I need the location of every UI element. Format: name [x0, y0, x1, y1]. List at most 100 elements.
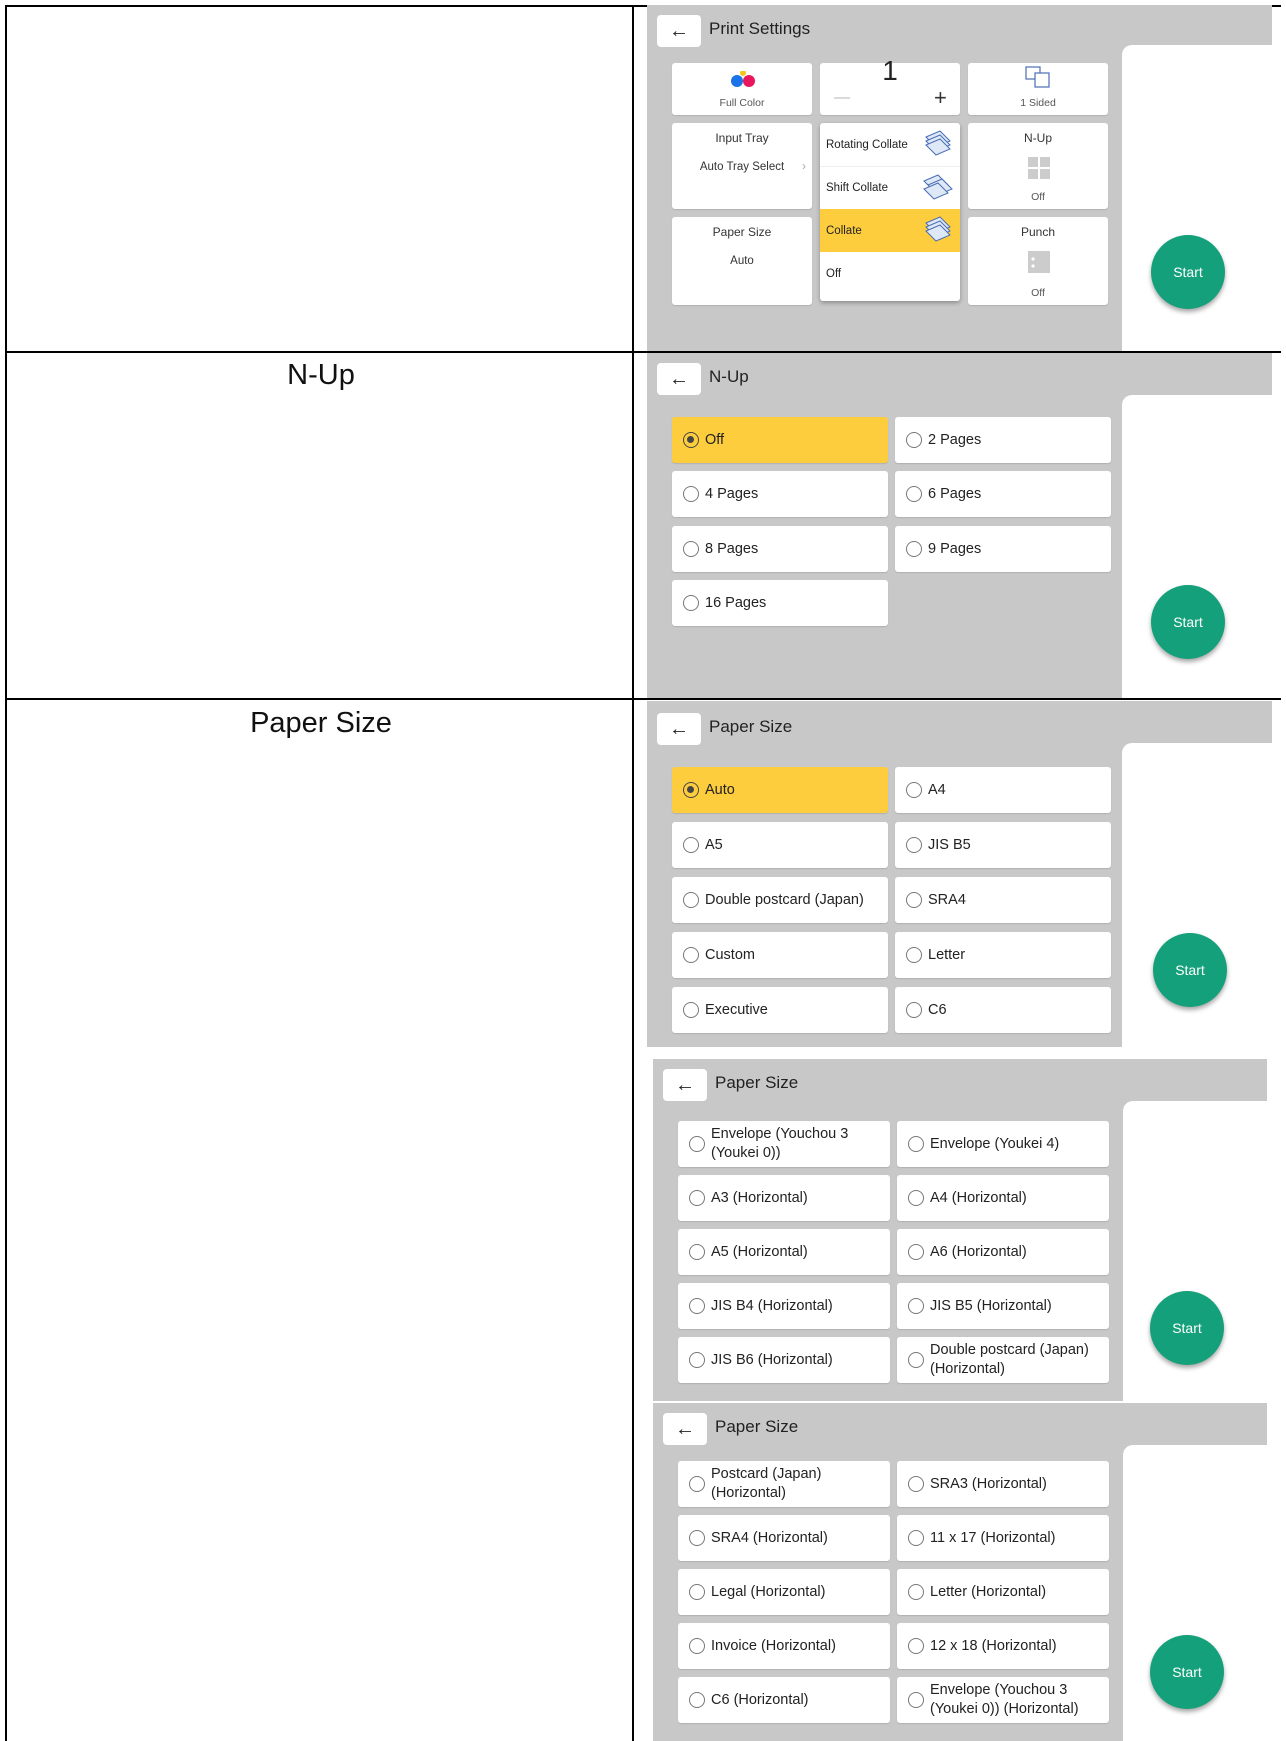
- option-label: 6 Pages: [928, 486, 982, 502]
- color-mode-label: Full Color: [719, 97, 765, 109]
- radio-icon: [683, 837, 699, 853]
- option-sra4[interactable]: SRA4: [895, 877, 1111, 923]
- option-double-postcard-horizontal[interactable]: Double postcard (Japan) (Horizontal): [897, 1337, 1109, 1383]
- punch-icon: [1028, 251, 1050, 273]
- table-divider: [5, 698, 1281, 700]
- radio-icon: [908, 1190, 924, 1206]
- nup-title: N-Up: [1023, 131, 1052, 145]
- option-4-pages[interactable]: 4 Pages: [672, 471, 888, 517]
- option-16-pages[interactable]: 16 Pages: [672, 580, 888, 626]
- option-a3-horizontal[interactable]: A3 (Horizontal): [678, 1175, 890, 1221]
- option-auto[interactable]: Auto: [672, 767, 888, 813]
- collate-option-collate[interactable]: Collate: [820, 209, 960, 252]
- option-custom[interactable]: Custom: [672, 932, 888, 978]
- back-button[interactable]: ←: [663, 1069, 707, 1101]
- option-label: Letter: [928, 947, 966, 963]
- option-label: 8 Pages: [705, 541, 759, 557]
- back-arrow-icon: ←: [669, 19, 689, 42]
- radio-icon: [683, 892, 699, 908]
- option-off[interactable]: Off: [672, 417, 888, 463]
- option-label: Off: [705, 432, 725, 448]
- back-button[interactable]: ←: [657, 363, 701, 395]
- start-button[interactable]: Start: [1150, 1635, 1224, 1709]
- option-label: Letter (Horizontal): [930, 1584, 1047, 1600]
- sided-tile[interactable]: 1 Sided: [968, 63, 1108, 115]
- plus-icon[interactable]: +: [934, 85, 947, 111]
- start-button[interactable]: Start: [1151, 585, 1225, 659]
- option-a5[interactable]: A5: [672, 822, 888, 868]
- option-letter[interactable]: Letter: [895, 932, 1111, 978]
- option-12x18-horizontal[interactable]: 12 x 18 (Horizontal): [897, 1623, 1109, 1669]
- start-button[interactable]: Start: [1150, 1291, 1224, 1365]
- punch-tile[interactable]: Punch Off: [968, 217, 1108, 305]
- collate-option-label: Rotating Collate: [826, 138, 908, 151]
- paper-size-row-label: Paper Size: [250, 707, 392, 739]
- option-c6-horizontal[interactable]: C6 (Horizontal): [678, 1677, 890, 1723]
- option-invoice-horizontal[interactable]: Invoice (Horizontal): [678, 1623, 890, 1669]
- page-title: Print Settings: [709, 19, 811, 38]
- option-c6[interactable]: C6: [895, 987, 1111, 1033]
- radio-icon: [906, 947, 922, 963]
- back-button[interactable]: ←: [657, 15, 701, 47]
- paper-size-tile[interactable]: Paper Size Auto: [672, 217, 812, 305]
- option-6-pages[interactable]: 6 Pages: [895, 471, 1111, 517]
- option-label: C6 (Horizontal): [711, 1692, 809, 1708]
- option-legal-horizontal[interactable]: Legal (Horizontal): [678, 1569, 890, 1615]
- option-11x17-horizontal[interactable]: 11 x 17 (Horizontal): [897, 1515, 1109, 1561]
- option-sra4-horizontal[interactable]: SRA4 (Horizontal): [678, 1515, 890, 1561]
- option-8-pages[interactable]: 8 Pages: [672, 526, 888, 572]
- radio-icon: [689, 1584, 705, 1600]
- option-a5-horizontal[interactable]: A5 (Horizontal): [678, 1229, 890, 1275]
- collate-option-rotating[interactable]: Rotating Collate: [820, 123, 960, 166]
- option-label: 2 Pages: [928, 432, 982, 448]
- nup-tile[interactable]: N-Up Off: [968, 123, 1108, 209]
- option-label: 11 x 17 (Horizontal): [930, 1530, 1056, 1546]
- option-postcard-horizontal[interactable]: Postcard (Japan) (Horizontal): [678, 1461, 890, 1507]
- input-tray-tile[interactable]: Input Tray Auto Tray Select ›: [672, 123, 812, 209]
- collate-dropdown: Rotating Collate Shift Collate Collate O…: [820, 123, 960, 301]
- option-a4-horizontal[interactable]: A4 (Horizontal): [897, 1175, 1109, 1221]
- option-envelope-youchou3[interactable]: Envelope (Youchou 3 (Youkei 0)): [678, 1121, 890, 1167]
- radio-icon: [683, 947, 699, 963]
- option-executive[interactable]: Executive: [672, 987, 888, 1033]
- minus-icon[interactable]: —: [834, 89, 850, 107]
- option-jis-b5[interactable]: JIS B5: [895, 822, 1111, 868]
- back-arrow-icon: ←: [675, 1417, 695, 1440]
- radio-icon: [689, 1638, 705, 1654]
- radio-icon: [683, 432, 699, 448]
- table-border-left: [5, 5, 7, 1741]
- back-button[interactable]: ←: [663, 1413, 707, 1445]
- start-button[interactable]: Start: [1151, 235, 1225, 309]
- option-envelope-youkei4[interactable]: Envelope (Youkei 4): [897, 1121, 1109, 1167]
- option-sra3-horizontal[interactable]: SRA3 (Horizontal): [897, 1461, 1109, 1507]
- color-mode-tile[interactable]: Full Color: [672, 63, 812, 115]
- option-double-postcard[interactable]: Double postcard (Japan): [672, 877, 888, 923]
- collate-option-label: Off: [826, 267, 842, 280]
- radio-icon: [683, 1002, 699, 1018]
- option-jis-b6-horizontal[interactable]: JIS B6 (Horizontal): [678, 1337, 890, 1383]
- back-button[interactable]: ←: [657, 713, 701, 745]
- option-a4[interactable]: A4: [895, 767, 1111, 813]
- option-label: Double postcard (Japan): [705, 892, 864, 908]
- radio-icon: [908, 1244, 924, 1260]
- paper-size-value: Auto: [730, 255, 754, 267]
- option-envelope-youchou3-horizontal[interactable]: Envelope (Youchou 3 (Youkei 0)) (Horizon…: [897, 1677, 1109, 1723]
- collate-option-off[interactable]: Off: [820, 252, 960, 295]
- option-jis-b5-horizontal[interactable]: JIS B5 (Horizontal): [897, 1283, 1109, 1329]
- option-label: A6 (Horizontal): [930, 1244, 1027, 1260]
- input-tray-title: Input Tray: [715, 131, 769, 145]
- radio-icon: [906, 432, 922, 448]
- paper-size-panel-3: ← Paper Size Start Postcard (Japan) (Hor…: [653, 1403, 1267, 1741]
- option-9-pages[interactable]: 9 Pages: [895, 526, 1111, 572]
- start-button[interactable]: Start: [1153, 933, 1227, 1007]
- option-label: SRA4: [928, 892, 966, 908]
- nup-row-label: N-Up: [287, 359, 355, 391]
- option-jis-b4-horizontal[interactable]: JIS B4 (Horizontal): [678, 1283, 890, 1329]
- radio-icon: [908, 1692, 924, 1708]
- collate-option-shift[interactable]: Shift Collate: [820, 166, 960, 209]
- copies-tile: 1 — +: [820, 55, 960, 115]
- option-2-pages[interactable]: 2 Pages: [895, 417, 1111, 463]
- option-a6-horizontal[interactable]: A6 (Horizontal): [897, 1229, 1109, 1275]
- option-letter-horizontal[interactable]: Letter (Horizontal): [897, 1569, 1109, 1615]
- option-label: SRA3 (Horizontal): [930, 1476, 1047, 1492]
